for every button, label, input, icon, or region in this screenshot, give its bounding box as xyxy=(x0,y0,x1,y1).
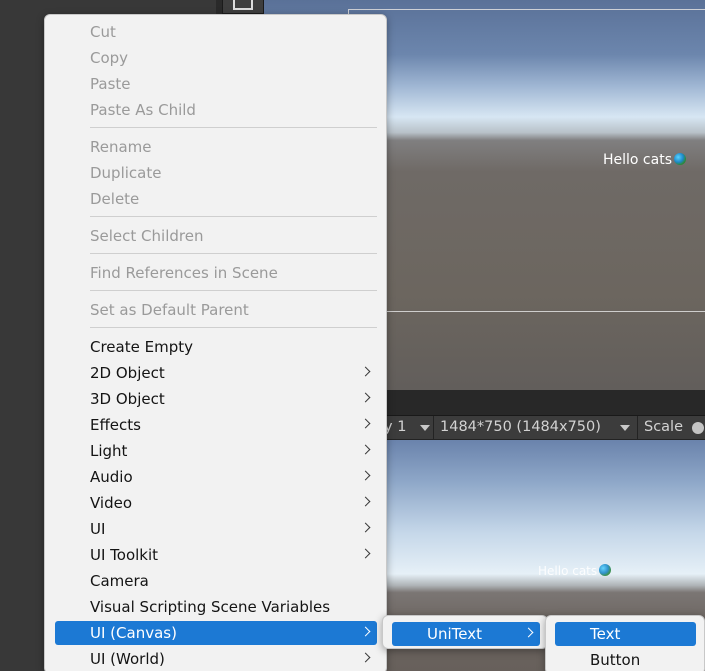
submenu-arrow-icon xyxy=(360,470,371,481)
menu-item-label: Duplicate xyxy=(90,164,162,182)
menu-separator xyxy=(90,327,377,328)
menu-item-paste-as-child[interactable]: Paste As Child xyxy=(55,98,377,122)
menu-item-rename[interactable]: Rename xyxy=(55,135,377,159)
menu-item-label: Audio xyxy=(90,468,133,486)
hierarchy-context-menu: Cut Copy Paste Paste As Child Rename Dup… xyxy=(44,14,387,671)
menu-item-label: UI (World) xyxy=(90,650,165,668)
menu-item-label: Camera xyxy=(90,572,149,590)
submenu-arrow-icon xyxy=(360,548,371,559)
scale-label: Scale xyxy=(644,419,684,435)
game-hello-text: Hello cats xyxy=(538,564,612,578)
display-dropdown[interactable]: y 1 xyxy=(382,416,434,439)
menu-item-unitext[interactable]: UniText xyxy=(392,622,540,646)
ui-canvas-submenu: UniText xyxy=(382,615,548,649)
menu-item-effects[interactable]: Effects xyxy=(55,413,377,437)
resolution-dropdown-value: 1484*750 (1484x750) xyxy=(440,419,601,435)
menu-item-label: Video xyxy=(90,494,133,512)
menu-item-ui[interactable]: UI xyxy=(55,517,377,541)
menu-separator xyxy=(90,253,377,254)
menu-item-label: Button xyxy=(590,651,641,669)
display-dropdown-value: y 1 xyxy=(384,419,407,435)
globe-emoji-icon xyxy=(599,564,612,576)
menu-item-paste[interactable]: Paste xyxy=(55,72,377,96)
menu-item-select-children[interactable]: Select Children xyxy=(55,224,377,248)
submenu-arrow-icon xyxy=(360,418,371,429)
unitext-submenu: Text Button xyxy=(545,615,705,671)
submenu-arrow-icon xyxy=(360,652,371,663)
menu-item-duplicate[interactable]: Duplicate xyxy=(55,161,377,185)
menu-separator xyxy=(90,216,377,217)
menu-item-ui-toolkit[interactable]: UI Toolkit xyxy=(55,543,377,567)
menu-item-delete[interactable]: Delete xyxy=(55,187,377,211)
submenu-arrow-icon xyxy=(360,522,371,533)
menu-item-set-default-parent[interactable]: Set as Default Parent xyxy=(55,298,377,322)
menu-item-label: Effects xyxy=(90,416,141,434)
menu-item-label: Cut xyxy=(90,23,116,41)
dropdown-arrow-icon xyxy=(620,425,630,431)
rect-tool-icon xyxy=(233,0,253,10)
resolution-dropdown[interactable]: 1484*750 (1484x750) xyxy=(436,416,638,439)
submenu-arrow-icon xyxy=(523,627,534,638)
menu-item-label: Create Empty xyxy=(90,338,193,356)
rect-tool-button[interactable] xyxy=(222,0,264,14)
scale-slider-knob[interactable] xyxy=(692,422,704,434)
menu-item-label: Copy xyxy=(90,49,129,67)
menu-separator xyxy=(90,127,377,128)
menu-item-visual-scripting[interactable]: Visual Scripting Scene Variables xyxy=(55,595,377,619)
menu-item-create-empty[interactable]: Create Empty xyxy=(55,335,377,359)
menu-item-label: Select Children xyxy=(90,227,204,245)
submenu-arrow-icon xyxy=(360,626,371,637)
menu-item-find-references[interactable]: Find References in Scene xyxy=(55,261,377,285)
menu-item-label: Paste As Child xyxy=(90,101,196,119)
menu-item-video[interactable]: Video xyxy=(55,491,377,515)
menu-item-label: Find References in Scene xyxy=(90,264,278,282)
menu-item-ui-world[interactable]: UI (World) xyxy=(55,647,377,671)
menu-item-label: Delete xyxy=(90,190,140,208)
submenu-arrow-icon xyxy=(360,496,371,507)
globe-emoji-icon xyxy=(674,153,686,165)
submenu-arrow-icon xyxy=(360,392,371,403)
menu-item-label: 3D Object xyxy=(90,390,165,408)
menu-item-2d-object[interactable]: 2D Object xyxy=(55,361,377,385)
menu-item-copy[interactable]: Copy xyxy=(55,46,377,70)
menu-item-camera[interactable]: Camera xyxy=(55,569,377,593)
menu-item-label: 2D Object xyxy=(90,364,165,382)
menu-item-button[interactable]: Button xyxy=(555,648,696,671)
menu-item-label: Rename xyxy=(90,138,152,156)
menu-item-label: UniText xyxy=(427,625,482,643)
menu-item-light[interactable]: Light xyxy=(55,439,377,463)
dropdown-arrow-icon xyxy=(420,425,430,431)
scene-hello-text: Hello cats xyxy=(603,152,686,168)
submenu-arrow-icon xyxy=(360,366,371,377)
menu-item-label: Light xyxy=(90,442,128,460)
menu-item-label: UI xyxy=(90,520,106,538)
menu-item-3d-object[interactable]: 3D Object xyxy=(55,387,377,411)
submenu-arrow-icon xyxy=(360,444,371,455)
menu-separator xyxy=(90,290,377,291)
menu-item-label: Set as Default Parent xyxy=(90,301,249,319)
menu-item-audio[interactable]: Audio xyxy=(55,465,377,489)
menu-item-cut[interactable]: Cut xyxy=(55,20,377,44)
menu-item-text[interactable]: Text xyxy=(555,622,696,646)
menu-item-label: Paste xyxy=(90,75,131,93)
menu-item-label: Visual Scripting Scene Variables xyxy=(90,598,331,616)
menu-item-label: UI (Canvas) xyxy=(90,624,177,642)
menu-item-ui-canvas[interactable]: UI (Canvas) xyxy=(55,621,377,645)
menu-item-label: Text xyxy=(590,625,621,643)
menu-item-label: UI Toolkit xyxy=(90,546,159,564)
